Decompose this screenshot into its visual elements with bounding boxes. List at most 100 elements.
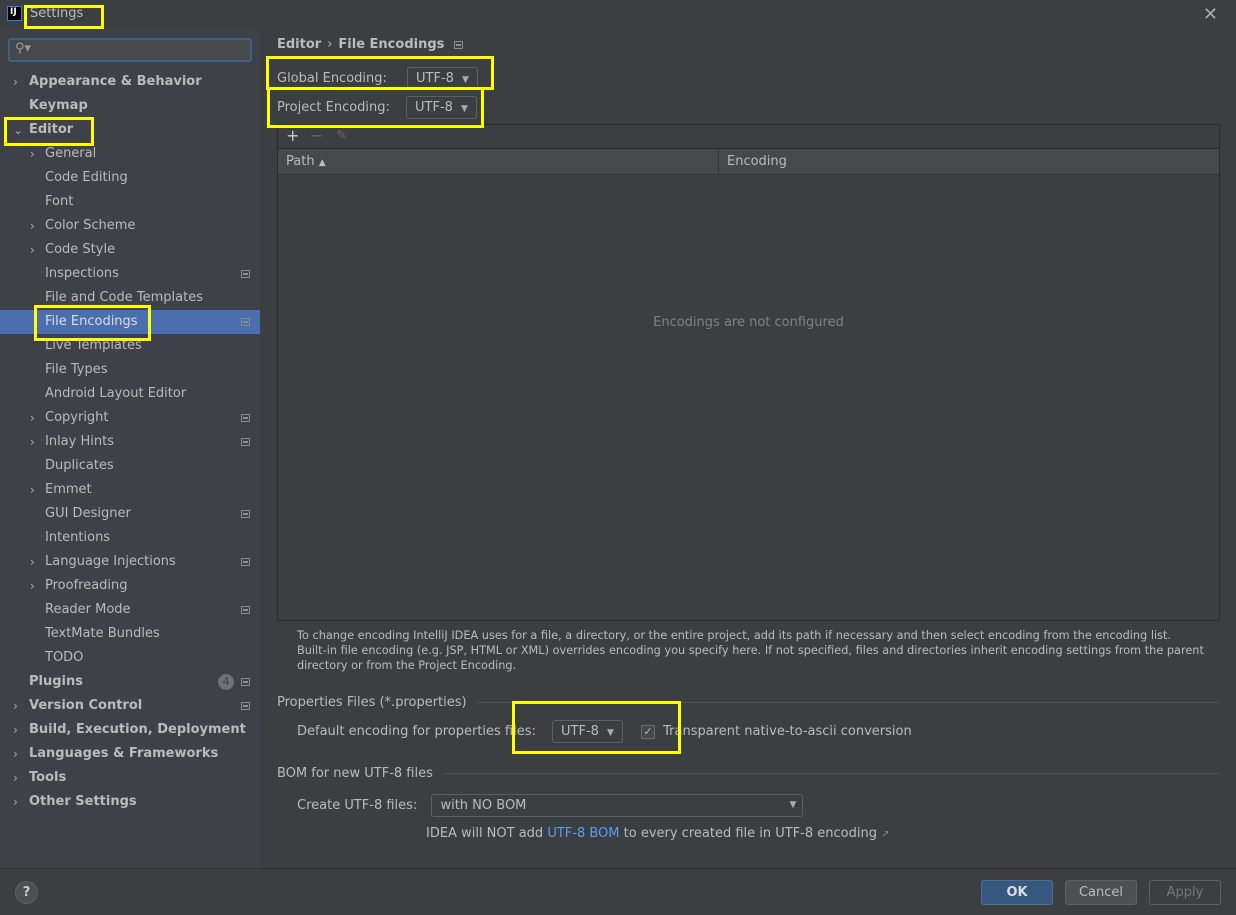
sidebar-item-color-scheme[interactable]: › Color Scheme	[0, 214, 260, 238]
sidebar-item-inspections[interactable]: Inspections	[0, 262, 260, 286]
sidebar-item-duplicates[interactable]: Duplicates	[0, 454, 260, 478]
sidebar-item-proofreading[interactable]: › Proofreading	[0, 574, 260, 598]
sidebar-item-editor[interactable]: ⌄ Editor	[0, 118, 260, 142]
close-icon[interactable]: ✕	[1203, 4, 1218, 25]
sidebar-item-keymap[interactable]: Keymap	[0, 94, 260, 118]
sidebar-item-label: Tools	[29, 770, 67, 785]
sidebar-item-file-types[interactable]: File Types	[0, 358, 260, 382]
chevron-right-icon[interactable]: ›	[13, 766, 18, 790]
sidebar-item-intentions[interactable]: Intentions	[0, 526, 260, 550]
help-button[interactable]: ?	[15, 881, 38, 904]
chevron-right-icon[interactable]: ›	[30, 214, 35, 238]
project-settings-icon	[241, 318, 250, 326]
chevron-down-icon[interactable]: ⌄	[13, 118, 23, 142]
bom-section-header: BOM for new UTF-8 files	[277, 766, 1220, 781]
sidebar-item-label: Android Layout Editor	[45, 386, 187, 401]
chevron-right-icon[interactable]: ›	[30, 142, 35, 166]
sidebar-item-gui-designer[interactable]: GUI Designer	[0, 502, 260, 526]
chevron-right-icon[interactable]: ›	[30, 430, 35, 454]
project-settings-icon	[241, 414, 250, 422]
sidebar-item-build-execution-deployment[interactable]: › Build, Execution, Deployment	[0, 718, 260, 742]
global-encoding-select[interactable]: UTF-8 ▼	[407, 67, 478, 90]
sidebar-item-emmet[interactable]: › Emmet	[0, 478, 260, 502]
sidebar-item-copyright[interactable]: › Copyright	[0, 406, 260, 430]
sidebar-item-reader-mode[interactable]: Reader Mode	[0, 598, 260, 622]
add-icon[interactable]: +	[286, 126, 299, 145]
sidebar-item-font[interactable]: Font	[0, 190, 260, 214]
project-encoding-label: Project Encoding:	[277, 100, 390, 115]
chevron-right-icon[interactable]: ›	[30, 478, 35, 502]
ok-button[interactable]: OK	[981, 880, 1053, 905]
chevron-right-icon[interactable]: ›	[13, 742, 18, 766]
project-settings-icon	[454, 41, 464, 49]
search-input[interactable]: ⚲▾	[8, 38, 252, 62]
sidebar-item-textmate-bundles[interactable]: TextMate Bundles	[0, 622, 260, 646]
chevron-right-icon[interactable]: ›	[13, 718, 18, 742]
sidebar-item-plugins[interactable]: Plugins 4	[0, 670, 260, 694]
sidebar-item-inlay-hints[interactable]: › Inlay Hints	[0, 430, 260, 454]
bom-value: with NO BOM	[440, 798, 527, 813]
sidebar-item-code-editing[interactable]: Code Editing	[0, 166, 260, 190]
column-path[interactable]: Path ▲	[286, 149, 326, 176]
sidebar-item-label: Duplicates	[45, 458, 114, 473]
sidebar-item-label: Emmet	[45, 482, 92, 497]
intellij-logo-icon: IJ	[7, 6, 22, 21]
chevron-right-icon[interactable]: ›	[13, 790, 18, 814]
sidebar-item-appearance-behavior[interactable]: › Appearance & Behavior	[0, 70, 260, 94]
chevron-down-icon: ▼	[606, 728, 614, 738]
remove-icon[interactable]: −	[310, 126, 323, 145]
sidebar-item-label: Version Control	[29, 698, 143, 713]
table-toolbar: + − ✎	[278, 125, 1219, 149]
bom-select[interactable]: with NO BOM ▼	[431, 794, 804, 817]
bom-note: IDEA will NOT add UTF-8 BOM to every cre…	[426, 826, 890, 841]
chevron-right-icon[interactable]: ›	[30, 406, 35, 430]
sidebar-item-label: Copyright	[45, 410, 109, 425]
native-to-ascii-checkbox[interactable]: ✓	[641, 724, 655, 739]
chevron-right-icon[interactable]: ›	[13, 694, 18, 718]
sidebar-item-label: Code Style	[45, 242, 116, 257]
divider	[476, 702, 1220, 703]
sidebar-item-code-style[interactable]: › Code Style	[0, 238, 260, 262]
project-settings-icon	[241, 606, 250, 614]
sidebar-item-other-settings[interactable]: › Other Settings	[0, 790, 260, 814]
chevron-right-icon[interactable]: ›	[30, 550, 35, 574]
sidebar-item-live-templates[interactable]: Live Templates	[0, 334, 260, 358]
chevron-right-icon[interactable]: ›	[30, 238, 35, 262]
global-encoding-row: Global Encoding: UTF-8 ▼	[277, 67, 478, 90]
sidebar-item-file-and-code-templates[interactable]: File and Code Templates	[0, 286, 260, 310]
properties-encoding-select[interactable]: UTF-8 ▼	[552, 720, 623, 743]
sidebar-item-label: Font	[45, 194, 74, 209]
sidebar-item-label: Inlay Hints	[45, 434, 114, 449]
sidebar-item-label: Keymap	[29, 98, 88, 113]
chevron-right-icon[interactable]: ›	[30, 574, 35, 598]
sidebar-item-label: File and Code Templates	[45, 290, 203, 305]
chevron-down-icon: ▼	[460, 104, 468, 114]
cancel-button[interactable]: Cancel	[1065, 880, 1137, 905]
sidebar-item-file-encodings[interactable]: File Encodings	[0, 310, 260, 334]
sidebar-item-todo[interactable]: TODO	[0, 646, 260, 670]
project-settings-icon	[241, 270, 250, 278]
sidebar-item-tools[interactable]: › Tools	[0, 766, 260, 790]
column-encoding[interactable]: Encoding	[727, 149, 787, 174]
chevron-right-icon[interactable]: ›	[13, 70, 18, 94]
sidebar-item-label: Color Scheme	[45, 218, 136, 233]
column-divider[interactable]	[718, 149, 719, 174]
utf8-bom-link[interactable]: UTF-8 BOM	[547, 826, 619, 841]
chevron-down-icon: ▼	[789, 800, 797, 810]
sidebar-item-version-control[interactable]: › Version Control	[0, 694, 260, 718]
settings-tree: › Appearance & Behavior Keymap ⌄ Editor › Gene…	[0, 70, 260, 814]
apply-button[interactable]: Apply	[1149, 880, 1221, 905]
help-text: To change encoding IntelliJ IDEA uses fo…	[297, 628, 1227, 673]
external-link-icon: ↗	[881, 829, 890, 840]
sidebar-item-android-layout-editor[interactable]: Android Layout Editor	[0, 382, 260, 406]
project-encoding-select[interactable]: UTF-8 ▼	[406, 96, 477, 119]
edit-icon[interactable]: ✎	[336, 128, 347, 143]
sidebar-item-languages-frameworks[interactable]: › Languages & Frameworks	[0, 742, 260, 766]
native-to-ascii-label[interactable]: Transparent native-to-ascii conversion	[663, 724, 912, 739]
breadcrumb-editor[interactable]: Editor	[277, 37, 321, 52]
sidebar-item-language-injections[interactable]: › Language Injections	[0, 550, 260, 574]
title-bar: IJ Settings ✕	[0, 0, 1236, 30]
bom-note-text: IDEA will NOT add	[426, 826, 544, 841]
sidebar-item-general[interactable]: › General	[0, 142, 260, 166]
properties-row: Default encoding for properties files: U…	[297, 720, 912, 743]
